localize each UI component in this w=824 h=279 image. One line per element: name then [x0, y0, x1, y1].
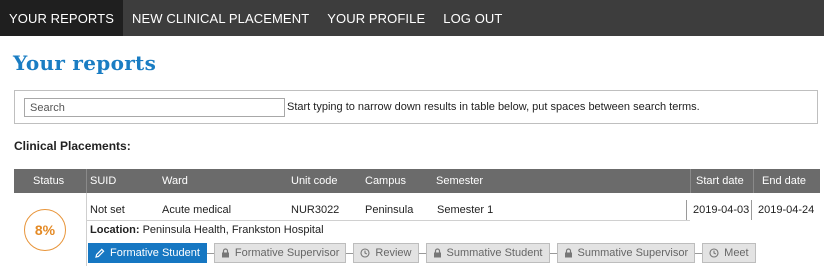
workflow-steps: Formative Student Formative Supervisor R… [88, 242, 756, 264]
clock-icon [360, 248, 370, 258]
nav-your-reports[interactable]: YOUR REPORTS [0, 0, 123, 36]
header-suid[interactable]: SUID [90, 169, 116, 193]
lock-icon [433, 248, 442, 258]
header-start-date[interactable]: Start date [696, 169, 744, 193]
step-review-button[interactable]: Review [353, 243, 419, 263]
header-end-date[interactable]: End date [762, 169, 806, 193]
header-unit-code[interactable]: Unit code [291, 169, 337, 193]
step-label: Meet [724, 247, 749, 259]
header-status[interactable]: Status [33, 169, 64, 193]
header-separator [753, 169, 754, 193]
cell-ward: Acute medical [162, 204, 232, 216]
header-ward[interactable]: Ward [162, 169, 188, 193]
search-panel: Start typing to narrow down results in t… [14, 90, 818, 124]
step-connector [549, 252, 557, 254]
nav-new-clinical-placement[interactable]: NEW CLINICAL PLACEMENT [123, 0, 318, 36]
clock-icon [709, 248, 719, 258]
cell-semester: Semester 1 [437, 204, 494, 216]
step-meet-button[interactable]: Meet [702, 243, 756, 263]
search-input[interactable] [24, 98, 285, 117]
top-nav: YOUR REPORTS NEW CLINICAL PLACEMENT YOUR… [0, 0, 824, 36]
pencil-icon [95, 248, 105, 258]
cell-end-date: 2019-04-24 [751, 200, 819, 220]
row-left-border [86, 193, 87, 266]
step-label: Summative Student [446, 247, 543, 259]
step-summative-student-button[interactable]: Summative Student [425, 243, 550, 263]
step-summative-supervisor-button[interactable]: Summative Supervisor [556, 243, 696, 263]
step-label: Review [375, 247, 412, 259]
header-campus[interactable]: Campus [365, 169, 406, 193]
lock-icon [221, 248, 230, 258]
step-label: Formative Student [110, 247, 200, 259]
nav-log-out[interactable]: LOG OUT [434, 0, 511, 36]
header-separator [86, 169, 87, 193]
cell-campus: Peninsula [365, 204, 414, 216]
step-connector [346, 252, 354, 254]
cell-suid: Not set [90, 204, 125, 216]
lock-icon [564, 248, 573, 258]
step-formative-supervisor-button[interactable]: Formative Supervisor [213, 243, 347, 263]
step-connector [418, 252, 426, 254]
step-label: Summative Supervisor [577, 247, 689, 259]
table-header: Status SUID Ward Unit code Campus Semest… [14, 169, 820, 193]
step-label: Formative Supervisor [234, 247, 340, 259]
row-divider [86, 220, 690, 221]
location-value: Peninsula Health, Frankston Hospital [142, 224, 324, 236]
location: Location: Peninsula Health, Frankston Ho… [90, 224, 324, 236]
step-formative-student-button[interactable]: Formative Student [88, 243, 207, 263]
location-label: Location: [90, 224, 140, 236]
section-title: Clinical Placements: [14, 139, 131, 153]
search-hint: Start typing to narrow down results in t… [287, 101, 700, 113]
step-connector [206, 252, 214, 254]
nav-your-profile[interactable]: YOUR PROFILE [318, 0, 434, 36]
cell-unit-code: NUR3022 [291, 204, 340, 216]
header-separator [690, 169, 691, 193]
header-semester[interactable]: Semester [436, 169, 483, 193]
page-title: Your reports [13, 51, 157, 75]
step-connector [695, 252, 703, 254]
status-progress-circle: 8% [24, 209, 66, 251]
cell-start-date: 2019-04-03 [686, 200, 750, 220]
